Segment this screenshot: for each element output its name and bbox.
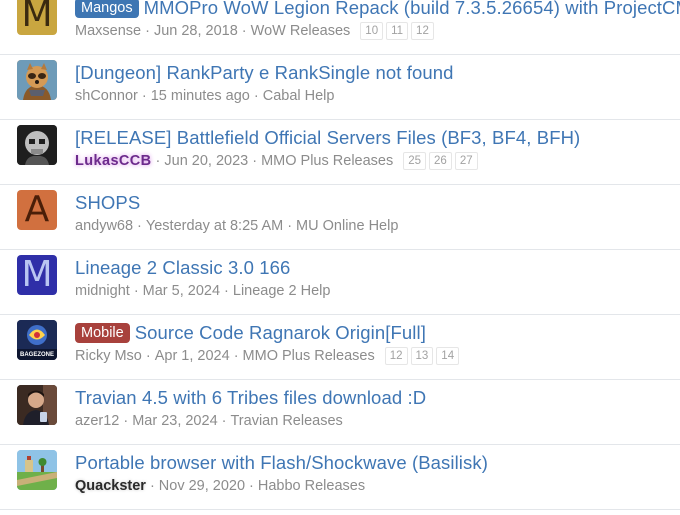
thread-meta: azer12 · Mar 23, 2024 · Travian Releases [75,411,680,431]
forum-link[interactable]: Lineage 2 Help [233,283,331,299]
person-photo-icon[interactable] [17,385,57,425]
thread-title-line: Travian 4.5 with 6 Tribes files download… [75,385,680,411]
forum-link[interactable]: Cabal Help [263,88,335,104]
avatar-letter: M [21,255,53,295]
separator-dot: · [224,283,229,299]
separator-dot: · [155,153,161,169]
thread-meta: LukasCCB · Jun 20, 2023 · MMO Plus Relea… [75,151,680,171]
skull-portrait-icon[interactable] [17,125,57,165]
thread-row: M Lineage 2 Classic 3.0 166 midnight · M… [0,250,680,315]
game-logo-icon[interactable]: BAGEZONE [17,320,57,360]
thread-date[interactable]: Jun 20, 2023 [164,153,248,169]
thread-title-link[interactable]: [RELEASE] Battlefield Official Servers F… [75,127,580,149]
separator-dot: · [241,23,247,39]
thread-title-line: Portable browser with Flash/Shockwave (B… [75,450,680,476]
raccoon-portrait-icon[interactable] [17,60,57,100]
separator-dot: · [221,413,227,429]
forum-link[interactable]: MU Online Help [296,218,398,234]
thread-title-link[interactable]: Source Code Ragnarok Origin[Full] [135,322,426,344]
separator-dot: · [249,478,254,494]
avatar-caption: BAGEZONE [19,352,54,358]
separator-dot: · [253,88,259,104]
page-link[interactable]: 11 [386,22,409,40]
forum-link[interactable]: MMO Plus Releases [243,348,375,364]
thread-title-link[interactable]: SHOPS [75,192,140,214]
author-link[interactable]: Ricky Mso [75,348,142,364]
forum-link[interactable]: WoW Releases [251,23,351,39]
thread-title-link[interactable]: Lineage 2 Classic 3.0 166 [75,257,290,279]
thread-row: A SHOPS andyw68 · Yesterday at 8:25 AM ·… [0,185,680,250]
avatar-letter: M [21,0,53,35]
thread-meta: midnight · Mar 5, 2024 · Lineage 2 Help [75,281,680,301]
avatar-letter: A [24,190,50,230]
separator-dot: · [149,478,155,494]
thread-title-line: [RELEASE] Battlefield Official Servers F… [75,125,680,151]
thread-title-link[interactable]: Portable browser with Flash/Shockwave (B… [75,452,488,474]
page-link[interactable]: 12 [411,22,434,40]
separator-dot: · [133,283,139,299]
thread-date[interactable]: Mar 5, 2024 [143,283,220,299]
separator-dot: · [141,88,147,104]
thread-date[interactable]: Yesterday at 8:25 AM [146,218,283,234]
avatar[interactable]: M [17,0,57,35]
page-link[interactable]: 26 [429,152,452,170]
thread-row: BAGEZONE Mobile Source Code Ragnarok Ori… [0,315,680,380]
thread-row: M Mangos MMOPro WoW Legion Repack (build… [0,0,680,55]
author-link[interactable]: azer12 [75,413,119,429]
page-link[interactable]: 27 [454,152,478,170]
thread-meta: shConnor · 15 minutes ago · Cabal Help [75,86,680,106]
thread-date[interactable]: Jun 28, 2018 [154,23,238,39]
avatar[interactable]: M [17,255,57,295]
thread-title-line: SHOPS [75,190,680,216]
thread-title-link[interactable]: Travian 4.5 with 6 Tribes files download… [75,387,426,409]
separator-dot: · [252,153,258,169]
page-link[interactable]: 14 [436,347,460,365]
page-link[interactable]: 10 [360,22,384,40]
thread-date[interactable]: Nov 29, 2020 [159,478,245,494]
thread-title-link[interactable]: MMOPro WoW Legion Repack (build 7.3.5.26… [144,0,680,19]
thread-title-line: Mobile Source Code Ragnarok Origin[Full] [75,320,680,346]
thread-meta: Ricky Mso · Apr 1, 2024 · MMO Plus Relea… [75,346,680,366]
author-link[interactable]: shConnor [75,88,138,104]
separator-dot: · [287,218,293,234]
forum-link[interactable]: MMO Plus Releases [261,153,393,169]
thread-row: [Dungeon] RankParty e RankSingle not fou… [0,55,680,120]
prefix-badge[interactable]: Mangos [75,0,139,18]
thread-title-line: [Dungeon] RankParty e RankSingle not fou… [75,60,680,86]
author-link[interactable]: Quackster [75,478,146,494]
thread-list: M Mangos MMOPro WoW Legion Repack (build… [0,0,680,515]
thread-title-link[interactable]: [Dungeon] RankParty e RankSingle not fou… [75,62,454,84]
thread-title-line: Mangos MMOPro WoW Legion Repack (build 7… [75,0,680,21]
page-link[interactable]: 12 [384,347,408,365]
author-link[interactable]: midnight [75,283,130,299]
forum-link[interactable]: Travian Releases [230,413,342,429]
separator-dot: · [233,348,239,364]
forum-link[interactable]: Habbo Releases [258,478,365,494]
separator-dot: · [137,218,142,234]
thread-date[interactable]: Mar 23, 2024 [132,413,217,429]
author-link[interactable]: LukasCCB [75,153,152,169]
separator-dot: · [145,348,151,364]
author-link[interactable]: andyw68 [75,218,133,234]
page-jump: 10 11 12 [360,22,434,40]
page-link[interactable]: 25 [403,152,427,170]
separator-dot: · [145,23,150,39]
thread-meta: andyw68 · Yesterday at 8:25 AM · MU Onli… [75,216,680,236]
thread-meta: Maxsense · Jun 28, 2018 · WoW Releases 1… [75,21,680,41]
thread-date[interactable]: 15 minutes ago [151,88,250,104]
thread-row: [RELEASE] Battlefield Official Servers F… [0,120,680,185]
thread-title-line: Lineage 2 Classic 3.0 166 [75,255,680,281]
thread-meta: Quackster · Nov 29, 2020 · Habbo Release… [75,476,680,496]
author-link[interactable]: Maxsense [75,23,141,39]
page-link[interactable]: 13 [410,347,434,365]
prefix-badge[interactable]: Mobile [75,323,130,343]
page-jump: 25 26 27 [403,152,478,170]
thread-row: Travian 4.5 with 6 Tribes files download… [0,380,680,445]
page-jump: 12 13 14 [384,347,460,365]
separator-dot: · [123,413,129,429]
thread-row: Portable browser with Flash/Shockwave (B… [0,445,680,510]
pixel-landscape-icon[interactable] [17,450,57,490]
avatar[interactable]: A [17,190,57,230]
thread-date[interactable]: Apr 1, 2024 [155,348,230,364]
